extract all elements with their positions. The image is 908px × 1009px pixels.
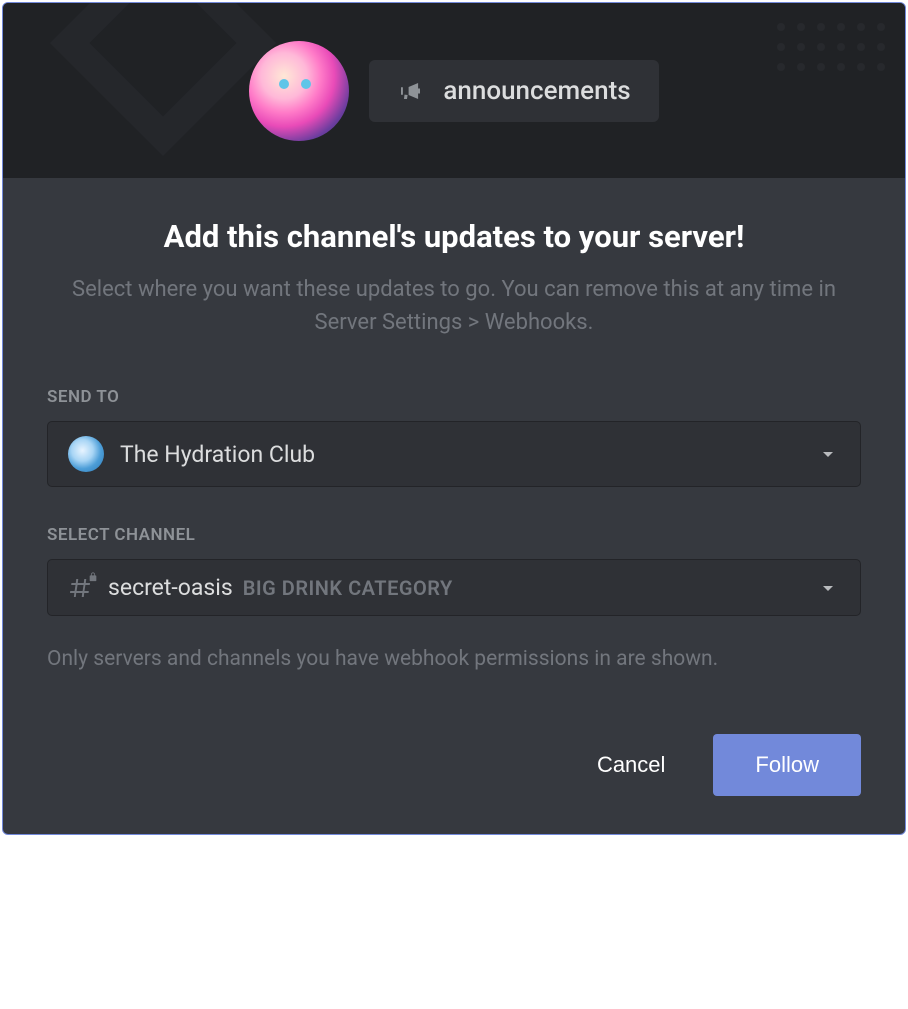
- follow-button[interactable]: Follow: [713, 734, 861, 796]
- follow-channel-modal: announcements Add this channel's updates…: [2, 2, 906, 835]
- help-text: Only servers and channels you have webho…: [47, 644, 861, 676]
- channel-name: announcements: [443, 76, 630, 106]
- cancel-button[interactable]: Cancel: [577, 738, 685, 792]
- channel-badge: announcements: [369, 60, 658, 122]
- modal-subtitle: Select where you want these updates to g…: [47, 273, 861, 339]
- decorative-diamond: [50, 3, 276, 156]
- send-to-label: SEND TO: [47, 387, 861, 407]
- megaphone-icon: [397, 79, 425, 103]
- select-channel-value-wrap: secret-oasis BIG DRINK CATEGORY: [108, 574, 800, 601]
- send-to-select[interactable]: The Hydration Club: [47, 421, 861, 487]
- select-channel-label: SELECT CHANNEL: [47, 525, 861, 545]
- modal-footer: Cancel Follow: [3, 706, 905, 834]
- chevron-down-icon: [816, 576, 840, 600]
- modal-content: Add this channel's updates to your serve…: [3, 178, 905, 706]
- server-avatar: [249, 41, 349, 141]
- decorative-dots: [777, 23, 885, 71]
- select-channel-select[interactable]: secret-oasis BIG DRINK CATEGORY: [47, 559, 861, 616]
- server-icon: [68, 436, 104, 472]
- chevron-down-icon: [816, 442, 840, 466]
- modal-title: Add this channel's updates to your serve…: [47, 218, 861, 255]
- select-channel-category: BIG DRINK CATEGORY: [243, 576, 453, 600]
- send-to-value: The Hydration Club: [120, 441, 800, 468]
- hash-lock-icon: [68, 576, 92, 600]
- select-channel-value: secret-oasis: [108, 574, 233, 601]
- modal-header: announcements: [3, 3, 905, 178]
